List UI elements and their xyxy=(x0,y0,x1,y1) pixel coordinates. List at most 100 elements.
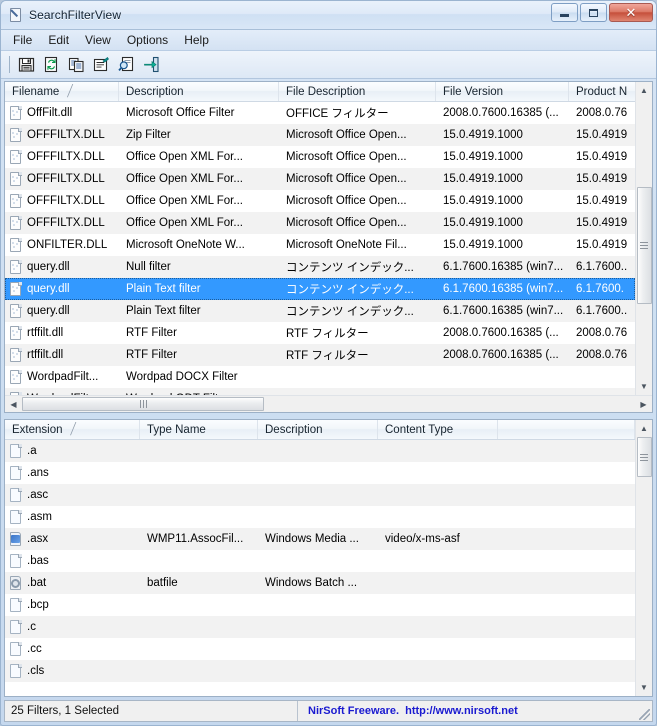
filter-dll-icon xyxy=(9,281,23,297)
cell-filename: query.dll xyxy=(5,303,119,319)
table-row[interactable]: .ans xyxy=(5,462,635,484)
filters-scroll-track[interactable] xyxy=(635,99,652,378)
table-row[interactable]: OFFFILTX.DLL Office Open XML For... Micros… xyxy=(5,190,635,212)
column-header-description[interactable]: Description xyxy=(119,82,279,101)
column-header-ext-description[interactable]: Description xyxy=(258,420,378,439)
cell-file-version: 15.0.4919.1000 xyxy=(443,151,523,163)
extensions-listview[interactable]: Extension ╱ Type Name Description Conten… xyxy=(4,419,653,697)
cell-text: rtffilt.dll xyxy=(27,327,64,339)
cell-product-name: 15.0.4919 xyxy=(576,239,628,251)
save-button[interactable] xyxy=(15,54,37,76)
resize-grip-icon[interactable] xyxy=(639,709,650,720)
column-header-content-type[interactable]: Content Type xyxy=(378,420,498,439)
table-row[interactable]: .c xyxy=(5,616,635,638)
menu-view[interactable]: View xyxy=(77,31,119,49)
filters-listview[interactable]: Filename ╱ Description File Description … xyxy=(4,81,653,413)
table-row[interactable]: rtffilt.dll RTF Filter RTF フィルター 2008.0.760… xyxy=(5,322,635,344)
copy-button[interactable] xyxy=(65,54,87,76)
column-header-product-name[interactable]: Product N xyxy=(569,82,635,101)
table-row[interactable]: .bat batfile Windows Batch ... xyxy=(5,572,635,594)
extensions-scroll-thumb[interactable] xyxy=(636,437,652,477)
scroll-left-arrow-icon[interactable]: ◀ xyxy=(5,396,22,413)
cell-file-version: 15.0.4919.1000 xyxy=(443,129,523,141)
refresh-button[interactable] xyxy=(40,54,62,76)
menu-file[interactable]: File xyxy=(5,31,40,49)
table-row[interactable]: query.dll Plain Text filter コンテンツ インデック...… xyxy=(5,278,635,300)
scroll-grip-icon xyxy=(640,453,648,461)
cell-text: .c xyxy=(27,621,36,633)
cell-filename: query.dll xyxy=(5,259,119,275)
find-button[interactable] xyxy=(115,54,137,76)
table-row[interactable]: OffFilt.dll Microsoft Office Filter OFFICE… xyxy=(5,102,635,124)
cell-file-description: Microsoft Office Open... xyxy=(286,217,407,229)
scroll-down-arrow-icon[interactable]: ▼ xyxy=(635,378,652,395)
scroll-up-arrow-icon[interactable]: ▲ xyxy=(635,420,652,437)
cell-file-version: 6.1.7600.16385 (win7... xyxy=(443,305,564,317)
column-header-filename[interactable]: Filename ╱ xyxy=(5,82,119,101)
extensions-rows: .a .ans .asc .asm .asx WMP11.AssocFil... Windo… xyxy=(5,440,635,696)
column-header-extension[interactable]: Extension ╱ xyxy=(5,420,140,439)
extensions-vertical-scrollbar[interactable]: ▲ ▼ xyxy=(635,420,652,696)
cell-file-description: Microsoft OneNote Fil... xyxy=(286,239,407,251)
status-brand-pane[interactable]: NirSoft Freeware. http://www.nirsoft.net xyxy=(298,701,652,721)
scroll-right-arrow-icon[interactable]: ▶ xyxy=(635,396,652,413)
table-row[interactable]: WordpadFilt... Wordpad DOCX Filter xyxy=(5,366,635,388)
menu-help[interactable]: Help xyxy=(176,31,217,49)
cell-file-description: コンテンツ インデック... xyxy=(286,284,414,296)
menu-edit[interactable]: Edit xyxy=(40,31,77,49)
cell-description: Office Open XML For... xyxy=(126,195,243,207)
cell-filename: OFFFILTX.DLL xyxy=(5,193,119,209)
filters-scroll-thumb[interactable] xyxy=(636,187,652,304)
cell-filename: rtffilt.dll xyxy=(5,325,119,341)
sort-ascending-icon: ╱ xyxy=(70,422,76,436)
table-row[interactable]: OFFFILTX.DLL Office Open XML For... Micros… xyxy=(5,212,635,234)
filters-horizontal-scrollbar[interactable]: ◀ ▶ xyxy=(5,395,652,412)
menu-options[interactable]: Options xyxy=(119,31,176,49)
cell-filename: ONFILTER.DLL xyxy=(5,237,119,253)
table-row[interactable]: .asm xyxy=(5,506,635,528)
table-row[interactable]: rtffilt.dll RTF Filter RTF フィルター 2008.0.760… xyxy=(5,344,635,366)
close-button[interactable]: ✕ xyxy=(609,3,653,22)
table-row[interactable]: OFFFILTX.DLL Zip Filter Microsoft Office O… xyxy=(5,124,635,146)
table-row[interactable]: .bcp xyxy=(5,594,635,616)
table-row[interactable]: OFFFILTX.DLL Office Open XML For... Micros… xyxy=(5,168,635,190)
table-row[interactable]: query.dll Plain Text filter コンテンツ インデック...… xyxy=(5,300,635,322)
extensions-scroll-track[interactable] xyxy=(635,437,652,679)
cell-file-description: Microsoft Office Open... xyxy=(286,195,407,207)
cell-product-name: 2008.0.76 xyxy=(576,349,628,361)
cell-extension: .cls xyxy=(5,663,140,679)
menu-bar: File Edit View Options Help xyxy=(1,30,656,51)
filters-vertical-scrollbar[interactable]: ▲ ▼ xyxy=(635,82,652,395)
cell-product-name: 15.0.4919 xyxy=(576,129,628,141)
filter-dll-icon xyxy=(9,325,23,341)
filters-hscroll-track[interactable] xyxy=(22,396,635,413)
table-row[interactable]: query.dll Null filter コンテンツ インデック... 6.1.76… xyxy=(5,256,635,278)
column-header-extra[interactable] xyxy=(498,420,635,439)
table-row[interactable]: WordpadFilt...Wordpad ODT Filter xyxy=(5,388,635,395)
table-row[interactable]: .cls xyxy=(5,660,635,682)
table-row[interactable]: .asc xyxy=(5,484,635,506)
table-row[interactable]: .cc xyxy=(5,638,635,660)
table-row[interactable]: .a xyxy=(5,440,635,462)
filters-hscroll-thumb[interactable] xyxy=(22,396,264,411)
cell-description: Windows Batch ... xyxy=(265,577,358,589)
table-row[interactable]: .bas xyxy=(5,550,635,572)
exit-button[interactable] xyxy=(140,54,162,76)
column-header-type-name[interactable]: Type Name xyxy=(140,420,258,439)
filter-dll-icon xyxy=(9,259,23,275)
scroll-up-arrow-icon[interactable]: ▲ xyxy=(635,82,652,99)
cell-filename: OFFFILTX.DLL xyxy=(5,215,119,231)
minimize-button[interactable] xyxy=(551,3,578,22)
column-header-file-description[interactable]: File Description xyxy=(279,82,436,101)
maximize-button[interactable] xyxy=(580,3,607,22)
column-header-file-version[interactable]: File Version xyxy=(436,82,569,101)
scroll-down-arrow-icon[interactable]: ▼ xyxy=(635,679,652,696)
table-row[interactable]: OFFFILTX.DLL Office Open XML For... Micros… xyxy=(5,146,635,168)
cell-file-description: RTF フィルター xyxy=(286,350,369,362)
table-row[interactable]: .asx WMP11.AssocFil... Windows Media ... vi… xyxy=(5,528,635,550)
nirsoft-url-link[interactable]: http://www.nirsoft.net xyxy=(405,705,518,717)
table-row[interactable]: ONFILTER.DLL Microsoft OneNote W... Micros… xyxy=(5,234,635,256)
properties-button[interactable] xyxy=(90,54,112,76)
cell-product-name: 6.1.7600.. xyxy=(576,305,628,317)
toolbar-separator xyxy=(9,56,10,73)
